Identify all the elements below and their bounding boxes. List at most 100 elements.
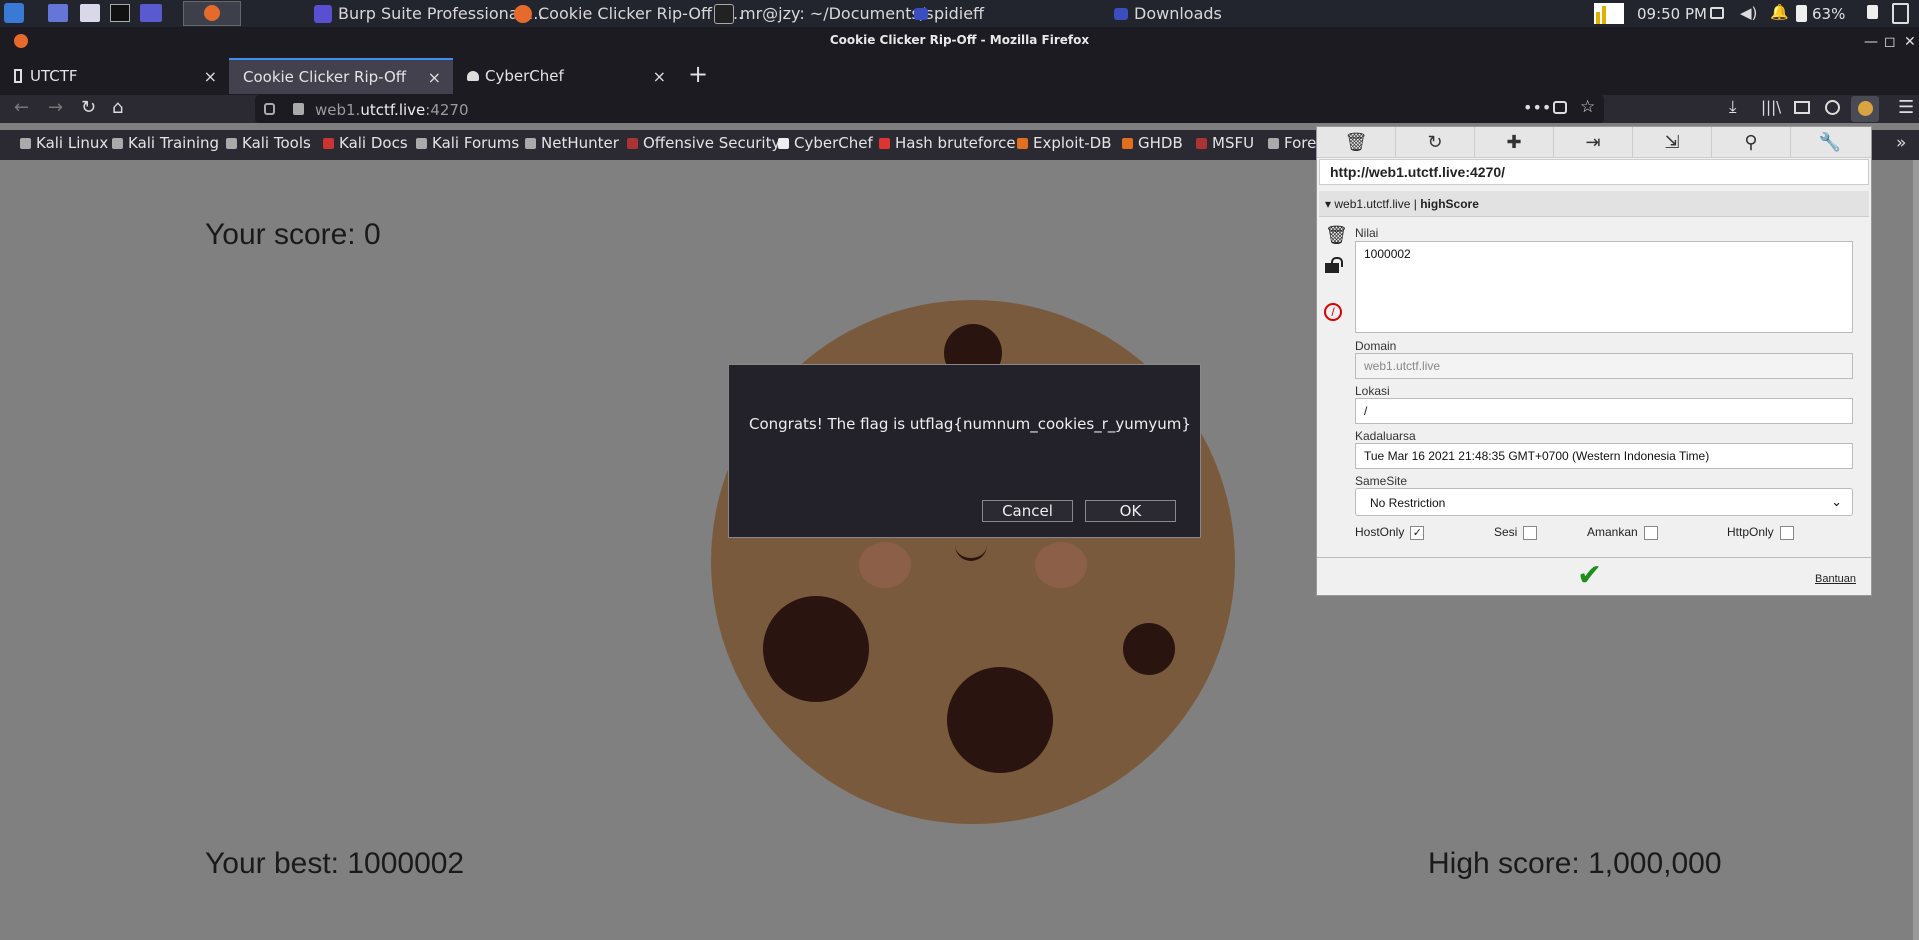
back-icon[interactable]: ←: [14, 97, 29, 118]
import-icon[interactable]: ⇥: [1554, 127, 1633, 157]
taskbar-app-downloads[interactable]: Downloads: [1114, 2, 1222, 25]
path-field[interactable]: /: [1355, 398, 1853, 424]
bookmark-kali-docs[interactable]: Kali Docs: [323, 134, 408, 152]
offsec-icon: [627, 137, 638, 149]
downloads-icon[interactable]: ⤓: [1729, 97, 1737, 117]
tab-close-icon[interactable]: ×: [204, 67, 217, 86]
export-icon[interactable]: ⇲: [1633, 127, 1712, 157]
path-label: Lokasi: [1355, 384, 1390, 398]
account-icon[interactable]: [1825, 100, 1840, 115]
reload-icon[interactable]: ↻: [81, 97, 96, 118]
display-icon[interactable]: [1710, 7, 1724, 19]
bookmark-kali-tools[interactable]: Kali Tools: [226, 134, 311, 152]
checkbox-checked-icon[interactable]: ✓: [1410, 525, 1425, 540]
bookmark-cyberchef[interactable]: CyberChef: [778, 134, 873, 152]
bookmark-fore[interactable]: Fore: [1268, 134, 1316, 152]
pocket-icon[interactable]: [1553, 101, 1567, 114]
delete-cookie-icon[interactable]: 🗑: [1325, 225, 1348, 246]
tab-close-icon[interactable]: ×: [428, 68, 441, 87]
notification-bell-icon[interactable]: 🔔: [1770, 3, 1789, 21]
screen-recorder-icon[interactable]: [140, 4, 162, 22]
lock-icon[interactable]: [1867, 5, 1878, 19]
window-title: Cookie Clicker Rip-Off - Mozilla Firefox: [829, 33, 1090, 47]
expiration-field[interactable]: Tue Mar 16 2021 21:48:35 GMT+0700 (Weste…: [1355, 443, 1853, 469]
checkbox-icon[interactable]: [1643, 525, 1658, 540]
session-checkbox[interactable]: Sesi: [1494, 525, 1538, 540]
tracking-protection-icon[interactable]: [264, 103, 275, 115]
cheek-blush: [859, 542, 911, 588]
bookmark-offensive-security[interactable]: Offensive Security: [627, 134, 780, 152]
refresh-icon[interactable]: ↻: [1396, 127, 1475, 157]
kali-icon: [416, 137, 427, 149]
taskbar-app-firefox[interactable]: Cookie Clicker Rip-Off - ...: [514, 2, 743, 25]
site-icon: [14, 69, 22, 83]
bookmark-nethunter[interactable]: NetHunter: [525, 134, 619, 152]
bookmark-hash-bruteforce[interactable]: Hash bruteforce: [879, 134, 1016, 152]
files-icon[interactable]: [80, 4, 100, 22]
nethunter-icon: [525, 137, 536, 149]
cookie-editor-extension-button[interactable]: [1851, 96, 1879, 122]
unlock-icon[interactable]: [1323, 257, 1343, 273]
taskbar-app-burp[interactable]: Burp Suite Professional ...: [314, 2, 543, 25]
power-icon[interactable]: [1892, 3, 1909, 24]
bookmark-kali-linux[interactable]: Kali Linux: [20, 134, 108, 152]
tab-utctf[interactable]: UTCTF ×: [0, 58, 229, 94]
settings-wrench-icon[interactable]: 🔧: [1791, 127, 1869, 157]
folder-icon: [1114, 7, 1128, 20]
save-checkmark-icon[interactable]: ✔: [1577, 559, 1602, 593]
cookie-value-textarea[interactable]: 1000002: [1355, 241, 1853, 333]
clock[interactable]: 09:50 PM: [1637, 3, 1707, 24]
cancel-button[interactable]: Cancel: [982, 500, 1073, 522]
samesite-select[interactable]: No Restriction ⌄: [1355, 488, 1853, 516]
ghdb-icon: [1122, 137, 1133, 149]
delete-all-icon[interactable]: 🗑: [1317, 127, 1396, 157]
ok-button[interactable]: OK: [1085, 500, 1176, 522]
bookmark-kali-forums[interactable]: Kali Forums: [416, 134, 519, 152]
library-icon[interactable]: |||\: [1761, 98, 1781, 116]
workspace-icon[interactable]: [48, 4, 68, 22]
httponly-checkbox[interactable]: HttpOnly: [1727, 525, 1794, 540]
tab-cookie-clicker[interactable]: Cookie Clicker Rip-Off ×: [229, 58, 453, 94]
tab-close-icon[interactable]: ×: [653, 67, 666, 86]
help-link[interactable]: Bantuan: [1815, 573, 1856, 585]
bookmark-kali-training[interactable]: Kali Training: [112, 134, 219, 152]
add-cookie-icon[interactable]: ✚: [1475, 127, 1554, 157]
bookmark-exploit-db[interactable]: Exploit-DB: [1017, 134, 1112, 152]
bookmark-star-icon[interactable]: ☆: [1580, 97, 1595, 117]
page-actions-icon[interactable]: •••: [1523, 98, 1551, 117]
forward-icon[interactable]: →: [48, 97, 63, 118]
hostonly-checkbox[interactable]: HostOnly ✓: [1355, 525, 1425, 540]
secure-checkbox[interactable]: Amankan: [1587, 525, 1658, 540]
volume-icon[interactable]: ◀): [1740, 4, 1757, 22]
minimize-icon[interactable]: —: [1864, 34, 1878, 50]
checkbox-icon[interactable]: [1523, 525, 1538, 540]
kali-menu-icon[interactable]: [4, 3, 24, 23]
insecure-lock-icon[interactable]: [293, 103, 304, 115]
cookie-editor-url[interactable]: http://web1.utctf.live:4270/: [1319, 159, 1869, 185]
domain-label: Domain: [1355, 339, 1397, 353]
search-icon[interactable]: ⚲: [1712, 127, 1791, 157]
high-score: High score: 1,000,000: [1428, 847, 1722, 880]
home-icon[interactable]: ⌂: [112, 97, 123, 118]
hamburger-menu-icon[interactable]: ☰: [1898, 97, 1914, 118]
your-best: Your best: 1000002: [205, 847, 465, 880]
maximize-icon[interactable]: ◻: [1884, 34, 1896, 50]
domain-field[interactable]: web1.utctf.live: [1355, 353, 1853, 379]
cookie-entry-header[interactable]: ▾ web1.utctf.live | highScore: [1319, 191, 1869, 217]
bookmark-msfu[interactable]: MSFU: [1196, 134, 1254, 152]
taskbar-app-pidieff[interactable]: pidieff: [914, 2, 984, 25]
block-cookie-icon[interactable]: /: [1324, 303, 1342, 321]
tab-cyberchef[interactable]: CyberChef ×: [453, 58, 678, 94]
url-text[interactable]: web1.utctf.live:4270: [315, 101, 469, 119]
expiration-label: Kadaluarsa: [1355, 429, 1416, 443]
new-tab-button[interactable]: +: [688, 60, 708, 88]
close-icon[interactable]: ✕: [1904, 34, 1916, 50]
terminal-icon[interactable]: [110, 4, 130, 22]
page-scrollbar[interactable]: [1913, 160, 1919, 940]
burp-icon: [314, 4, 332, 23]
bookmarks-overflow-icon[interactable]: »: [1896, 133, 1906, 153]
sidebar-icon[interactable]: [1794, 101, 1810, 114]
checkbox-icon[interactable]: [1779, 525, 1794, 540]
firefox-launcher[interactable]: [183, 1, 241, 26]
bookmark-ghdb[interactable]: GHDB: [1122, 134, 1183, 152]
